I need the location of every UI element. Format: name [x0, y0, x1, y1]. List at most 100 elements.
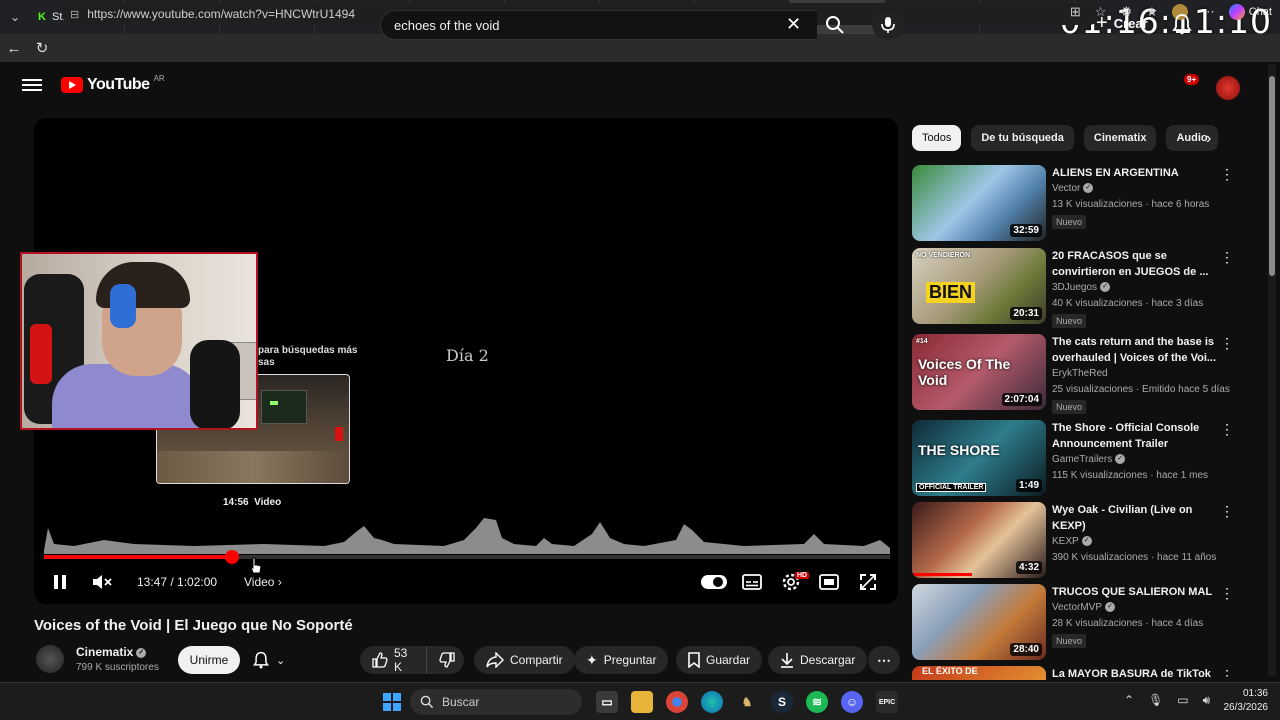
windows-logo-icon — [383, 693, 401, 711]
site-info-icon[interactable]: ⊟ — [70, 8, 79, 21]
spotify-icon[interactable]: ≋ — [806, 691, 828, 713]
video-title: Voices of the Void | El Juego que No Sop… — [34, 617, 353, 634]
chevron-up-icon[interactable]: ⌃ — [1124, 693, 1134, 708]
recommendation-item[interactable]: NO VENDIERON BIEN 20:31 20 FRACASOS que se … — [912, 248, 1264, 328]
windows-start-icon[interactable] — [381, 691, 403, 713]
filter-chip[interactable]: Todos — [912, 125, 962, 151]
recommendation-item[interactable]: 4:32 Wye Oak - Civilian (Live on KEXP) KEX… — [912, 502, 1264, 580]
more-vertical-icon[interactable]: ⋮ — [1220, 504, 1234, 518]
autoplay-toggle[interactable] — [701, 575, 727, 589]
edge-icon[interactable] — [701, 691, 723, 713]
dislike-button[interactable] — [426, 646, 464, 674]
taskbar-clock[interactable]: 01:36 26/3/2026 — [1208, 687, 1269, 715]
new-badge: Nuevo — [1052, 634, 1087, 648]
reload-icon[interactable]: ↻ — [28, 34, 56, 62]
chapter-button[interactable]: Video › — [244, 575, 282, 589]
video-thumbnail[interactable]: #14 Voices Of The Void 2:07:04 — [912, 334, 1046, 410]
recommendation-title[interactable]: The Shore - Official Console Announcemen… — [1052, 420, 1222, 452]
fullscreen-button[interactable] — [857, 572, 879, 592]
scrollbar-thumb[interactable] — [1269, 76, 1275, 276]
create-button[interactable]: + Crear — [1096, 13, 1148, 33]
recommendation-item[interactable]: OFFICIAL TRAILER THE SHORE 1:49 The Shore -… — [912, 420, 1264, 498]
more-vertical-icon[interactable]: ⋮ — [1220, 422, 1234, 436]
recommendation-title[interactable]: Wye Oak - Civilian (Live on KEXP) — [1052, 502, 1222, 534]
recommendation-title[interactable]: ALIENS EN ARGENTINA — [1052, 165, 1222, 181]
recommendation-title[interactable]: TRUCOS QUE SALIERON MAL — [1052, 584, 1222, 600]
chevron-right-icon[interactable]: › — [1206, 130, 1211, 148]
recommendation-channel[interactable]: ErykTheRed — [1052, 368, 1108, 379]
join-button[interactable]: Unirme — [178, 646, 240, 674]
notification-bell-dropdown[interactable]: ⌄ — [246, 646, 291, 674]
video-thumbnail[interactable]: OFFICIAL TRAILER THE SHORE 1:49 — [912, 420, 1046, 496]
video-thumbnail[interactable]: 32:59 — [912, 165, 1046, 241]
more-vertical-icon[interactable]: ⋮ — [1220, 668, 1234, 680]
pause-button[interactable] — [50, 572, 70, 592]
bell-icon — [253, 651, 269, 669]
recommendation-channel[interactable]: GameTrailers ✓ — [1052, 454, 1126, 465]
recommendation-channel[interactable]: Vector ✓ — [1052, 183, 1094, 194]
back-arrow-icon[interactable]: ← — [0, 34, 28, 62]
mute-button[interactable] — [90, 572, 114, 592]
youtube-logo[interactable]: YouTube AR — [61, 74, 165, 94]
steam-icon[interactable]: S — [771, 691, 793, 713]
discord-icon[interactable]: ☺ — [841, 691, 863, 713]
microphone-icon[interactable]: 🎙︎ — [1148, 693, 1163, 708]
video-thumbnail[interactable]: EL ÉXITO DE — [912, 666, 1046, 680]
save-button[interactable]: Guardar — [676, 646, 763, 674]
notifications-button[interactable] — [1172, 13, 1192, 40]
channel-name[interactable]: Cinematix ✓ — [76, 645, 147, 659]
ask-button[interactable]: ✦ Preguntar — [574, 646, 669, 674]
copilot-chat-button[interactable]: Chat — [1228, 4, 1272, 20]
share-label: Compartir — [510, 653, 563, 667]
chrome-icon[interactable] — [666, 691, 688, 713]
share-arrow-icon — [486, 652, 504, 668]
game-app-icon[interactable]: ♞ — [736, 691, 758, 713]
recommendation-title[interactable]: The cats return and the base is overhaul… — [1052, 334, 1222, 366]
watched-progress — [912, 573, 973, 576]
video-thumbnail[interactable]: 4:32 — [912, 502, 1046, 578]
more-vertical-icon[interactable]: ⋮ — [1220, 167, 1234, 181]
network-icon[interactable]: ▭ — [1177, 693, 1188, 708]
task-view-icon[interactable]: ▭ — [596, 691, 618, 713]
file-explorer-icon[interactable] — [631, 691, 653, 713]
more-vertical-icon[interactable]: ⋮ — [1220, 336, 1234, 350]
recommendation-title[interactable]: La MAYOR BASURA de TikTok — [1052, 666, 1222, 680]
miniplayer-button[interactable] — [818, 572, 840, 592]
account-avatar[interactable] — [1216, 76, 1240, 100]
recommendation-item[interactable]: #14 Voices Of The Void 2:07:04 The cats ret… — [912, 334, 1264, 414]
epic-games-icon[interactable]: EPIC — [876, 691, 898, 713]
progress-scrubber[interactable] — [224, 550, 239, 564]
more-actions-button[interactable]: ⋯ — [868, 646, 900, 674]
recommendation-item[interactable]: EL ÉXITO DE La MAYOR BASURA de TikTok ⋮ — [912, 666, 1264, 680]
taskbar-search[interactable]: Buscar — [410, 689, 582, 715]
channel-avatar[interactable] — [36, 645, 64, 673]
recommendation-channel[interactable]: KEXP ✓ — [1052, 536, 1092, 547]
guide-menu-icon[interactable] — [22, 76, 42, 96]
more-vertical-icon[interactable]: ⋮ — [1220, 586, 1234, 600]
share-button[interactable]: Compartir — [474, 646, 575, 674]
like-button[interactable]: 53 K — [360, 646, 426, 674]
recommendation-item[interactable]: 28:40 TRUCOS QUE SALIERON MAL VectorMVP ✓ 28… — [912, 584, 1264, 662]
search-button[interactable] — [815, 10, 855, 40]
more-vertical-icon[interactable]: ⋮ — [1220, 250, 1234, 264]
recommendation-title[interactable]: 20 FRACASOS que se convirtieron en JUEGO… — [1052, 248, 1222, 280]
filter-chip[interactable]: De tu búsqueda — [971, 125, 1074, 151]
clear-search-icon[interactable]: ✕ — [786, 14, 801, 35]
recommendation-channel[interactable]: VectorMVP ✓ — [1052, 602, 1116, 613]
tab-menu-chevron-icon[interactable]: ⌄ — [0, 0, 30, 34]
video-thumbnail[interactable]: NO VENDIERON BIEN 20:31 — [912, 248, 1046, 324]
recommendation-channel[interactable]: 3DJuegos ✓ — [1052, 282, 1111, 293]
filter-chip[interactable]: Cinematix — [1083, 125, 1157, 151]
recommendation-item[interactable]: 32:59 ALIENS EN ARGENTINA Vector ✓ 13 K visu… — [912, 165, 1264, 243]
like-count: 53 K — [394, 646, 408, 674]
download-button[interactable]: Descargar — [768, 646, 868, 674]
more-menu-icon[interactable]: ⋯ — [1202, 4, 1215, 20]
subtitles-button[interactable] — [741, 572, 763, 592]
video-thumbnail[interactable]: 28:40 — [912, 584, 1046, 660]
favorites-icon[interactable]: ★ — [1146, 4, 1158, 20]
recommendation-channel-name: Vector — [1052, 183, 1081, 194]
voice-search-button[interactable] — [872, 10, 904, 40]
verified-check-icon: ✓ — [1115, 454, 1126, 465]
app-install-icon[interactable]: ⊞ — [1070, 4, 1081, 20]
search-input[interactable]: echoes of the void — [380, 10, 817, 40]
